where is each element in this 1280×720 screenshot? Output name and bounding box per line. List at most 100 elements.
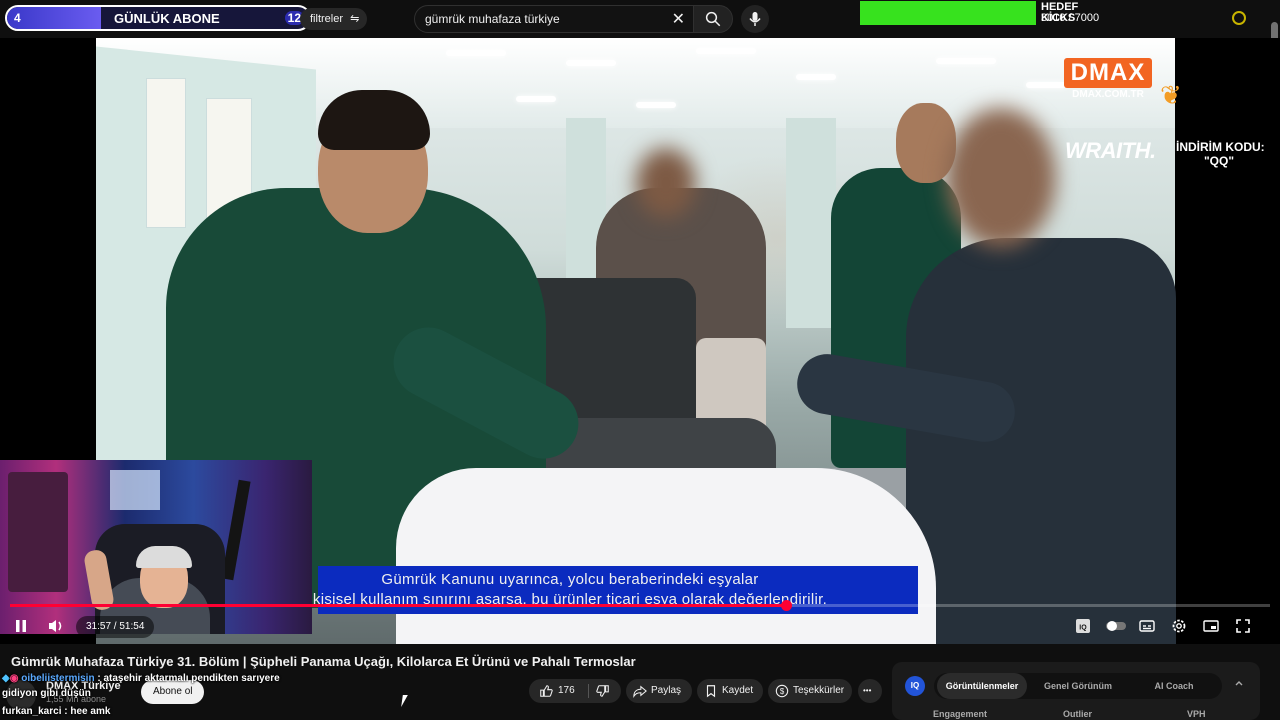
share-label: Paylaş	[651, 685, 682, 696]
miniplayer-button[interactable]	[1203, 618, 1221, 634]
seek-bar[interactable]	[10, 600, 1270, 611]
tab-views[interactable]: Görüntülenmeler	[937, 673, 1027, 699]
person-officer-hair	[318, 90, 430, 150]
captions-button[interactable]	[1139, 618, 1157, 634]
daily-sub-goal-widget: 4 GÜNLÜK ABONE 12	[5, 5, 311, 31]
ceiling-light	[566, 60, 616, 66]
thanks-button[interactable]: $ Teşekkürler	[768, 679, 852, 703]
tab-overview[interactable]: Genel Görünüm	[1033, 673, 1123, 699]
pause-icon	[16, 620, 26, 632]
daily-sub-goal-current: 4	[14, 11, 21, 25]
settings-button[interactable]	[1171, 618, 1189, 634]
chat-text: : hee amk	[64, 706, 111, 717]
fullscreen-button[interactable]	[1235, 618, 1253, 634]
sponsor-logo: WRAITH.	[1065, 138, 1156, 163]
chat-badge-icon: ◆	[2, 673, 10, 684]
seek-handle[interactable]	[780, 600, 792, 611]
tab-ai-coach-label: AI Coach	[1154, 681, 1194, 691]
more-icon: •••	[863, 686, 872, 695]
subscribe-label: Abone ol	[153, 686, 193, 697]
streamer-webcam	[0, 460, 312, 634]
bookmark-icon	[706, 685, 716, 698]
pillar	[786, 118, 836, 328]
tab-ai-coach[interactable]: AI Coach	[1130, 673, 1218, 699]
person-man	[906, 238, 1176, 644]
search-input[interactable]: gümrük muhafaza türkiye	[425, 12, 560, 26]
thumbs-up-icon	[540, 685, 553, 697]
daily-sub-goal-progress	[7, 7, 101, 29]
svg-text:IQ: IQ	[1079, 625, 1087, 632]
tab-overview-label: Genel Görünüm	[1043, 681, 1112, 691]
like-count: 176	[558, 685, 575, 696]
voice-search-button[interactable]	[741, 5, 769, 33]
share-icon	[633, 685, 647, 698]
blurred-face	[946, 108, 1056, 248]
sponsor-code-label: İNDİRİM KODU:	[1176, 140, 1265, 154]
white-blanket	[396, 468, 936, 644]
chevron-up-icon	[1235, 681, 1243, 686]
search-button[interactable]	[693, 5, 733, 33]
dislike-button[interactable]	[589, 679, 621, 703]
save-button[interactable]: Kaydet	[697, 679, 763, 703]
chat-text: : ataşehir aktarmalı pendikten sarıyere	[97, 673, 280, 684]
tab-views-label: Görüntülenmeler	[945, 681, 1019, 691]
top-bar: 4 GÜNLÜK ABONE 12 filtreler ⇋ gümrük muh…	[0, 0, 1280, 46]
filters-label: filtreler	[310, 13, 344, 25]
ceiling-light	[636, 102, 676, 108]
iq-icon: IQ	[1076, 619, 1090, 633]
fullscreen-icon	[1236, 619, 1250, 633]
share-button[interactable]: Paylaş	[626, 679, 692, 703]
volume-button[interactable]	[47, 614, 65, 638]
thumbs-down-icon	[596, 685, 609, 697]
seek-bar-played	[10, 604, 786, 607]
filters-button[interactable]: filtreler ⇋	[300, 8, 368, 30]
notification-icon[interactable]	[1232, 11, 1246, 25]
chat-username: oibeliistermisin	[21, 673, 95, 684]
time-readout: 31:57 / 51:54	[86, 621, 145, 632]
column-vph: VPH	[1187, 709, 1206, 719]
video-player[interactable]: DMAX DMAX.COM.TR ❦ WRAITH. İNDİRİM KODU:…	[0, 38, 1280, 644]
subtitle-line-1: Gümrük Kanunu uyarınca, yolcu beraberind…	[381, 571, 759, 588]
ceiling-light	[696, 48, 756, 54]
shelf	[8, 472, 68, 592]
dmax-logo: DMAX	[1070, 59, 1146, 86]
flame-logo-icon: ❦	[1160, 80, 1182, 110]
time-display: 31:57 / 51:54	[76, 616, 155, 638]
ceiling-light	[1026, 82, 1066, 88]
dmax-url: DMAX.COM.TR	[1072, 89, 1144, 100]
search-icon	[705, 11, 721, 27]
volume-icon	[49, 620, 62, 632]
search-box[interactable]: gümrük muhafaza türkiye ✕	[414, 5, 694, 33]
chat-username: gidiyon gibi düşün	[2, 688, 91, 699]
chat-message: furkan_karci : hee amk	[2, 706, 110, 717]
kick-goal-widget: HEDEF KİCKS 3010 / 7000	[860, 1, 1106, 25]
mouse-cursor-icon	[401, 695, 413, 707]
chat-message: gidiyon gibi düşün	[2, 688, 91, 699]
iq-button[interactable]: IQ	[1075, 618, 1093, 634]
poster	[146, 78, 186, 228]
clear-search-icon[interactable]: ✕	[672, 9, 685, 29]
miniplayer-icon	[1203, 620, 1219, 632]
play-pause-button[interactable]	[13, 614, 29, 638]
chat-message: ◆◉ oibeliistermisin : ataşehir aktarmalı…	[2, 673, 280, 684]
chat-username: furkan_karci	[2, 706, 62, 717]
microphone-icon	[749, 12, 761, 26]
window-light	[110, 470, 160, 510]
vidiq-badge[interactable]: IQ	[905, 676, 925, 696]
like-dislike-group: 176	[529, 679, 621, 703]
vidiq-badge-label: IQ	[910, 681, 920, 690]
column-engagement: Engagement	[933, 709, 988, 719]
svg-text:$: $	[780, 687, 785, 696]
chat-badge-icon: ◉	[9, 673, 19, 684]
ceiling-light	[446, 50, 506, 56]
more-actions-button[interactable]: •••	[858, 679, 882, 703]
settings-icon	[1172, 619, 1186, 633]
collapse-panel-button[interactable]	[1234, 678, 1244, 690]
kick-goal-value: 3010 / 7000	[1041, 12, 1100, 24]
blurred-face	[636, 148, 696, 218]
ceiling-light	[936, 58, 996, 64]
like-button[interactable]: 176	[529, 679, 587, 703]
mic-arm	[221, 479, 251, 581]
autoplay-toggle[interactable]	[1105, 618, 1127, 634]
video-title: Gümrük Muhafaza Türkiye 31. Bölüm | Şüph…	[11, 654, 636, 669]
